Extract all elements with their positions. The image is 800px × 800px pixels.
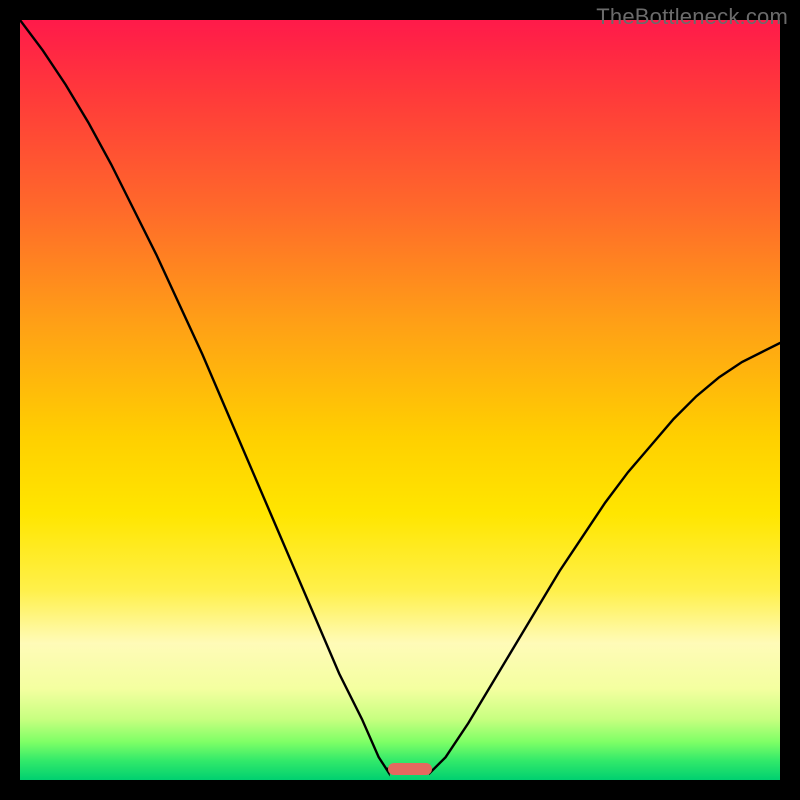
plot-area: [20, 20, 780, 780]
bottleneck-curve: [20, 20, 780, 780]
watermark-text: TheBottleneck.com: [596, 4, 788, 30]
chart-frame: TheBottleneck.com: [0, 0, 800, 800]
optimum-marker: [388, 763, 432, 775]
